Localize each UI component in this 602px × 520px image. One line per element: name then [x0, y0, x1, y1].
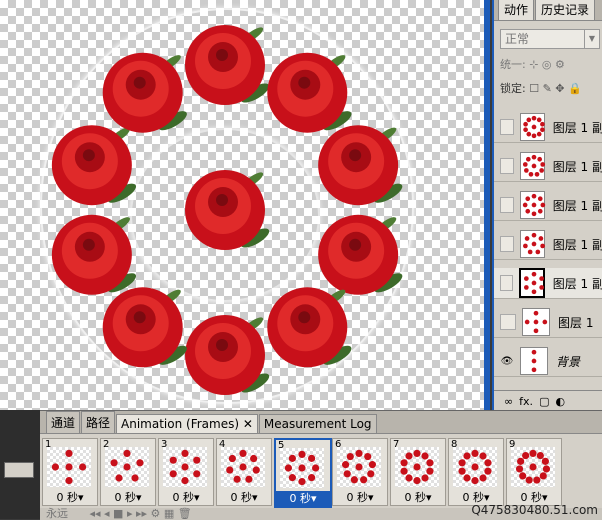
- layer-thumbnail: [519, 268, 545, 298]
- layers-footer: ∞ fx. ▢ ◐: [494, 390, 602, 411]
- ring-rose: [185, 315, 270, 395]
- animation-frame[interactable]: 80 秒▾: [448, 438, 504, 506]
- fx-icon[interactable]: fx.: [519, 395, 533, 408]
- frame-delay-select[interactable]: 0 秒▾: [217, 490, 271, 505]
- ring-rose: [185, 25, 270, 105]
- frame-thumbnail: [453, 447, 497, 487]
- frame-delay-select[interactable]: 0 秒▾: [101, 490, 155, 505]
- tab-history[interactable]: 历史记录: [535, 0, 596, 20]
- eye-icon[interactable]: 👁: [500, 354, 514, 368]
- layer-name: 图层 1 副: [552, 198, 602, 213]
- status-bar-fragment: [4, 462, 34, 478]
- visibility-toggle[interactable]: [500, 158, 515, 174]
- visibility-toggle[interactable]: [500, 119, 515, 135]
- chevron-down-icon: ▼: [584, 30, 599, 48]
- frame-strip: 10 秒▾ 2 0 秒▾ 3 0 秒▾ 4 0 秒▾ 5 0 秒▾ 6 0 秒▾ 7 0 秒▾ 8 0 秒▾…: [40, 436, 602, 508]
- visibility-toggle[interactable]: [500, 275, 514, 291]
- frame-delay-select[interactable]: 0 秒▾: [276, 491, 330, 506]
- layer-thumbnail: [520, 230, 546, 258]
- animation-frame[interactable]: 20 秒▾: [100, 438, 156, 506]
- frame-thumbnail: [221, 447, 265, 487]
- playback-buttons-icon[interactable]: ◂◂ ◂ ■ ▸ ▸▸ ⚙ ▦ 🗑: [90, 507, 192, 520]
- rose-ring-artwork: [51, 25, 403, 395]
- layer-name: 图层 1 副: [552, 159, 602, 174]
- lock-row: 锁定: ☐ ✎ ✥ 🔒: [494, 79, 602, 99]
- lock-label: 锁定:: [500, 82, 526, 95]
- animation-frame[interactable]: 40 秒▾: [216, 438, 272, 506]
- layer-name: 图层 1 副: [552, 120, 602, 135]
- animation-frame[interactable]: 10 秒▾: [42, 438, 98, 506]
- ring-rose: [318, 214, 403, 295]
- animation-frame[interactable]: 30 秒▾: [158, 438, 214, 506]
- frame-thumbnail: [47, 447, 91, 487]
- frame-delay-select[interactable]: 0 秒▾: [333, 490, 387, 505]
- frame-thumbnail: [395, 447, 439, 487]
- tab-animation-frames[interactable]: Animation (Frames) ✕: [116, 414, 258, 433]
- frame-delay-select[interactable]: 0 秒▾: [391, 490, 445, 505]
- animation-frame[interactable]: 70 秒▾: [390, 438, 446, 506]
- blend-mode-select[interactable]: 正常 ▼: [500, 29, 600, 49]
- layer-thumbnail: [520, 113, 545, 141]
- unify-icons[interactable]: ⊹ ◎ ⚙: [529, 58, 565, 71]
- link-icon[interactable]: ∞: [504, 395, 513, 408]
- tab-animation-frames-label: Animation (Frames): [121, 417, 240, 431]
- close-icon[interactable]: ✕: [243, 417, 253, 431]
- frame-delay-select[interactable]: 0 秒▾: [43, 490, 97, 505]
- blend-mode-value: 正常: [505, 32, 530, 46]
- animation-panel-tabs: 通道 路径 Animation (Frames) ✕ Measurement L…: [40, 411, 602, 434]
- frame-thumbnail: [105, 447, 149, 487]
- adjustment-icon[interactable]: ◐: [555, 395, 565, 408]
- document-canvas[interactable]: [0, 0, 488, 410]
- panel-tabs: 动作 历史记录: [494, 0, 602, 21]
- tab-measurement-log[interactable]: Measurement Log: [258, 414, 377, 433]
- tab-channels[interactable]: 通道: [46, 411, 81, 433]
- frame-thumbnail: [163, 447, 207, 487]
- layer-name: 背景: [556, 354, 581, 369]
- mask-icon[interactable]: ▢: [539, 395, 549, 408]
- loop-select[interactable]: 永远: [46, 507, 68, 520]
- visibility-toggle[interactable]: [500, 197, 515, 213]
- ring-rose: [318, 125, 403, 206]
- center-rose: [185, 170, 270, 250]
- tab-actions[interactable]: 动作: [498, 0, 535, 20]
- layer-row[interactable]: 图层 1 副: [494, 229, 602, 260]
- layer-thumbnail: [522, 308, 550, 336]
- status-strip: [0, 410, 40, 519]
- layer-thumbnail: [520, 347, 548, 375]
- frame-thumbnail: [337, 447, 381, 487]
- layer-row[interactable]: 图层 1: [494, 307, 602, 338]
- layer-name: 图层 1 副: [552, 276, 602, 291]
- animation-frame[interactable]: 90 秒▾: [506, 438, 562, 506]
- layer-row[interactable]: 图层 1 副: [494, 112, 602, 143]
- unify-label: 统一:: [500, 58, 526, 71]
- frame-delay-select[interactable]: 0 秒▾: [159, 490, 213, 505]
- panel-divider: [484, 0, 490, 410]
- layer-row[interactable]: 👁 背景: [494, 346, 602, 377]
- ring-rose: [102, 52, 187, 133]
- ring-rose: [102, 287, 187, 368]
- lock-icons[interactable]: ☐ ✎ ✥ 🔒: [529, 82, 581, 95]
- tab-paths[interactable]: 路径: [81, 411, 116, 433]
- ring-rose: [51, 214, 137, 295]
- frame-thumbnail: [511, 447, 555, 487]
- layer-thumbnail: [520, 191, 546, 219]
- visibility-toggle[interactable]: [500, 236, 515, 252]
- layer-name: 图层 1: [558, 315, 594, 330]
- layer-row[interactable]: 图层 1 副: [494, 268, 602, 299]
- layer-row[interactable]: 图层 1 副: [494, 151, 602, 182]
- visibility-toggle[interactable]: [500, 314, 516, 330]
- layer-name: 图层 1 副: [552, 237, 602, 252]
- ring-rose: [267, 52, 352, 133]
- frame-thumbnail: [280, 448, 324, 488]
- animation-frame[interactable]: 50 秒▾: [274, 438, 332, 508]
- layers-panel: 动作 历史记录 正常 ▼ 统一: ⊹ ◎ ⚙ 锁定: ☐ ✎ ✥ 🔒 图层 1 …: [492, 0, 602, 411]
- ring-rose: [51, 125, 137, 206]
- watermark-text: Q475830480.51.com: [471, 503, 598, 517]
- unify-row: 统一: ⊹ ◎ ⚙: [494, 55, 602, 75]
- ring-rose: [267, 287, 352, 368]
- animation-frame[interactable]: 60 秒▾: [332, 438, 388, 506]
- layer-thumbnail: [520, 152, 546, 180]
- layer-row[interactable]: 图层 1 副: [494, 190, 602, 221]
